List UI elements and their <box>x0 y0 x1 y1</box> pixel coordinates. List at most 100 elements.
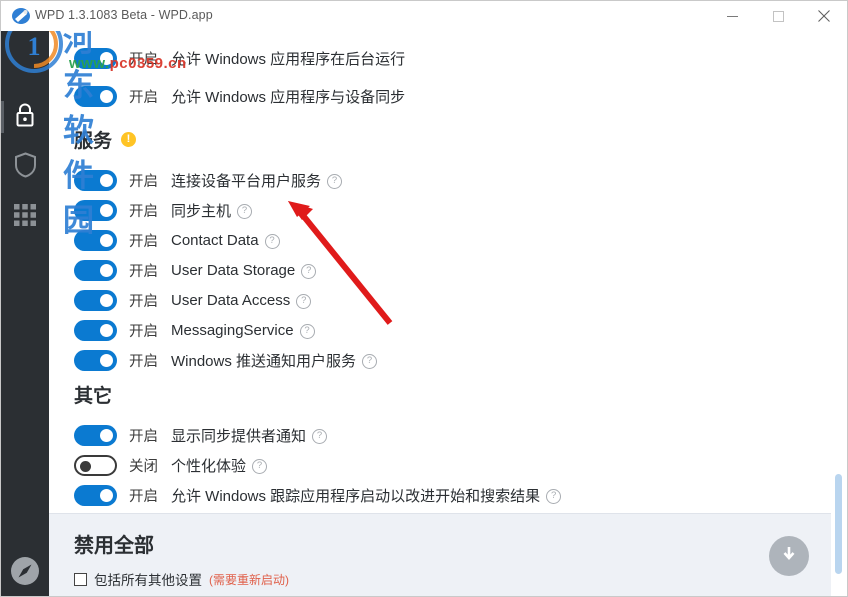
toggle-state-label: 开启 <box>129 353 158 370</box>
setting-label: 同步主机 ? <box>171 200 253 221</box>
setting-label: 个性化体验 ? <box>171 455 268 476</box>
setting-label: User Data Storage ? <box>171 261 317 279</box>
setting-row[interactable]: 开启 Contact Data ? <box>74 225 377 255</box>
wpd-window: WPD 1.3.1083 Beta - WPD.app 开启 允许 Window… <box>0 0 848 597</box>
toggle-state-label: 开启 <box>129 293 158 310</box>
section-other: 其它 开启 显示同步提供者通知 ? 关闭 个性化体验 ? 开启 允许 Windo… <box>74 381 562 510</box>
help-icon[interactable]: ? <box>296 293 312 309</box>
help-icon[interactable]: ? <box>264 233 280 249</box>
setting-label-text: Windows 推送通知用户服务 <box>171 352 357 370</box>
setting-label-text: 连接设备平台用户服务 <box>171 172 322 190</box>
setting-row[interactable]: 开启 允许 Windows 应用程序与设备同步 <box>74 81 405 111</box>
toggle-state-label: 关闭 <box>129 458 158 475</box>
toggle-state-label: 开启 <box>129 428 158 445</box>
setting-label-text: 个性化体验 <box>171 457 247 475</box>
toggle-switch[interactable] <box>74 229 117 251</box>
help-icon[interactable]: ? <box>301 263 317 279</box>
setting-label-text: Contact Data <box>171 231 259 249</box>
apply-download-button[interactable] <box>769 536 809 576</box>
setting-row[interactable]: 开启 Windows 推送通知用户服务 ? <box>74 345 378 375</box>
help-icon[interactable]: ? <box>362 353 378 369</box>
include-other-settings-checkbox[interactable]: 包括所有其他设置 (需要重新启动) <box>74 569 289 589</box>
title-bar: WPD 1.3.1083 Beta - WPD.app <box>1 1 847 31</box>
toggle-switch[interactable] <box>74 199 117 221</box>
toggle-switch[interactable] <box>74 319 117 341</box>
setting-label-text: 允许 Windows 应用程序在后台运行 <box>171 50 406 68</box>
footer-bar: 禁用全部 包括所有其他设置 (需要重新启动) <box>49 513 831 596</box>
toggle-state-label: 开启 <box>129 203 158 220</box>
scrollbar-thumb[interactable] <box>835 474 842 574</box>
download-arrow-icon <box>779 544 799 569</box>
help-icon[interactable]: ? <box>546 488 562 504</box>
help-icon[interactable]: ? <box>252 458 268 474</box>
setting-label: 允许 Windows 跟踪应用程序启动以改进开始和搜索结果 ? <box>171 485 562 506</box>
minimize-button[interactable] <box>709 1 755 31</box>
compass-icon <box>10 556 40 591</box>
help-icon[interactable]: ? <box>299 323 315 339</box>
setting-row[interactable]: 开启 允许 Windows 应用程序在后台运行 <box>74 43 405 73</box>
toggle-switch[interactable] <box>74 259 117 281</box>
lock-icon <box>13 102 37 133</box>
toggle-state-label: 开启 <box>129 233 158 250</box>
setting-label-text: 允许 Windows 跟踪应用程序启动以改进开始和搜索结果 <box>171 487 541 505</box>
setting-row[interactable]: 开启 允许 Windows 跟踪应用程序启动以改进开始和搜索结果 ? <box>74 480 562 510</box>
setting-label: 允许 Windows 应用程序与设备同步 <box>171 86 405 107</box>
warning-icon: ! <box>121 132 137 147</box>
grid-icon <box>14 203 36 231</box>
sidebar-item-apps[interactable] <box>1 193 49 241</box>
restart-note: (需要重新启动) <box>209 572 289 587</box>
toggle-switch[interactable] <box>74 349 117 371</box>
section-title: 其它 <box>74 381 561 408</box>
checkbox-box[interactable] <box>74 572 87 586</box>
setting-label: Windows 推送通知用户服务 ? <box>171 350 378 371</box>
toggle-state-label: 开启 <box>129 263 158 280</box>
sidebar-item-firewall[interactable] <box>1 143 49 191</box>
toggle-state-label: 开启 <box>129 323 158 340</box>
vertical-scrollbar[interactable] <box>832 31 846 596</box>
close-button[interactable] <box>801 1 847 31</box>
setting-row[interactable]: 开启 User Data Storage ? <box>74 255 377 285</box>
toggle-switch[interactable] <box>74 47 117 69</box>
section-title: 服务 ! <box>74 126 377 153</box>
section-title-text: 服务 <box>74 131 113 152</box>
setting-row[interactable]: 开启 显示同步提供者通知 ? <box>74 420 561 450</box>
setting-row[interactable]: 开启 同步主机 ? <box>74 195 377 225</box>
setting-row[interactable]: 开启 连接设备平台用户服务 ? <box>74 165 377 195</box>
toggle-switch[interactable] <box>74 85 117 107</box>
toggle-switch[interactable] <box>74 454 117 476</box>
setting-label: 连接设备平台用户服务 ? <box>171 170 343 191</box>
sidebar <box>1 31 49 596</box>
toggle-state-label: 开启 <box>129 173 158 190</box>
toggle-switch[interactable] <box>74 484 117 506</box>
sidebar-item-privacy[interactable] <box>1 93 49 141</box>
window-title: WPD 1.3.1083 Beta - WPD.app <box>35 8 213 22</box>
setting-label-text: User Data Storage <box>171 261 296 279</box>
setting-label-text: 显示同步提供者通知 <box>171 427 307 445</box>
setting-label: 允许 Windows 应用程序在后台运行 <box>171 48 405 69</box>
top-rows-group: 开启 允许 Windows 应用程序在后台运行 开启 允许 Windows 应用… <box>74 43 405 111</box>
checkbox-label: 包括所有其他设置 <box>94 573 202 588</box>
app-logo-icon <box>11 6 31 26</box>
setting-row[interactable]: 关闭 个性化体验 ? <box>74 450 561 480</box>
setting-row[interactable]: 开启 MessagingService ? <box>74 315 377 345</box>
toggle-state-label: 开启 <box>129 51 158 68</box>
setting-label-text: User Data Access <box>171 291 291 309</box>
window-controls <box>709 1 847 31</box>
toggle-switch[interactable] <box>74 424 117 446</box>
setting-label: Contact Data ? <box>171 232 280 249</box>
maximize-button[interactable] <box>755 1 801 31</box>
setting-label-text: 同步主机 <box>171 202 232 220</box>
section-services: 服务 ! 开启 连接设备平台用户服务 ? 开启 同步主机 ? 开启 Contac… <box>74 126 378 375</box>
help-icon[interactable]: ? <box>327 173 343 189</box>
help-icon[interactable]: ? <box>312 428 328 444</box>
setting-label: 显示同步提供者通知 ? <box>171 425 328 446</box>
sidebar-item-about[interactable] <box>1 549 49 596</box>
toggle-switch[interactable] <box>74 289 117 311</box>
setting-row[interactable]: 开启 User Data Access ? <box>74 285 377 315</box>
services-row-list: 开启 连接设备平台用户服务 ? 开启 同步主机 ? 开启 Contact Dat… <box>74 165 378 375</box>
settings-panel: 开启 允许 Windows 应用程序在后台运行 开启 允许 Windows 应用… <box>49 31 831 513</box>
other-row-list: 开启 显示同步提供者通知 ? 关闭 个性化体验 ? 开启 允许 Windows … <box>74 420 562 510</box>
help-icon[interactable]: ? <box>237 203 253 219</box>
section-title-text: 其它 <box>74 386 113 407</box>
toggle-switch[interactable] <box>74 169 117 191</box>
